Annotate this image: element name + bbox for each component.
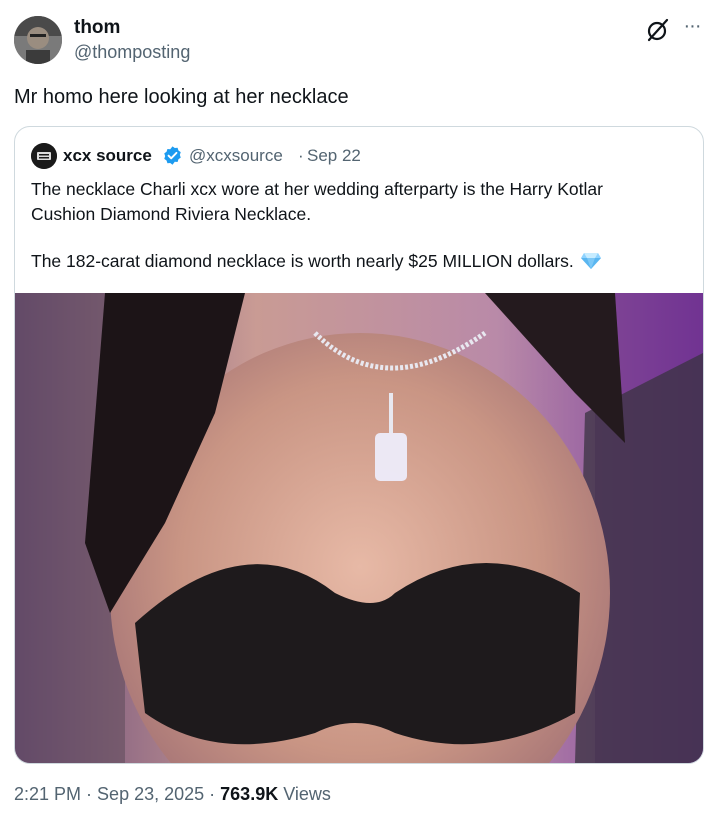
quoted-separator: · [298,146,304,165]
author-handle[interactable]: @thomposting [74,42,190,63]
verified-badge-icon [162,145,183,166]
quoted-tweet-card[interactable]: xcx source @xcxsource · Sep 22 The neckl… [14,126,704,764]
gem-stone-icon [580,252,602,270]
grok-icon[interactable] [645,17,671,43]
author-name[interactable]: thom [74,17,120,39]
more-options-icon[interactable]: ··· [679,16,705,43]
quoted-author-handle[interactable]: @xcxsource [189,146,283,166]
quoted-text-line1: The necklace Charli xcx wore at her wedd… [31,179,603,224]
meta-separator: · [81,784,98,804]
quoted-text-line2: The 182-carat diamond necklace is worth … [31,251,574,271]
quoted-date[interactable]: Sep 22 [307,146,361,166]
tweet-date[interactable]: Sep 23, 2025 [97,784,204,804]
author-avatar[interactable] [14,16,62,64]
meta-separator: · [204,784,221,804]
tweet-meta: 2:21 PM · Sep 23, 2025 · 763.9K Views [14,784,331,805]
views-count[interactable]: 763.9K [220,784,278,804]
views-label: Views [278,784,331,804]
quoted-media-photo[interactable] [15,293,703,763]
tweet-text: Mr homo here looking at her necklace [14,86,349,108]
tweet-time[interactable]: 2:21 PM [14,784,81,804]
quoted-author-name[interactable]: xcx source [63,146,152,166]
quoted-author-avatar[interactable] [31,143,57,169]
quoted-text-paragraph2: The 182-carat diamond necklace is worth … [31,249,671,274]
